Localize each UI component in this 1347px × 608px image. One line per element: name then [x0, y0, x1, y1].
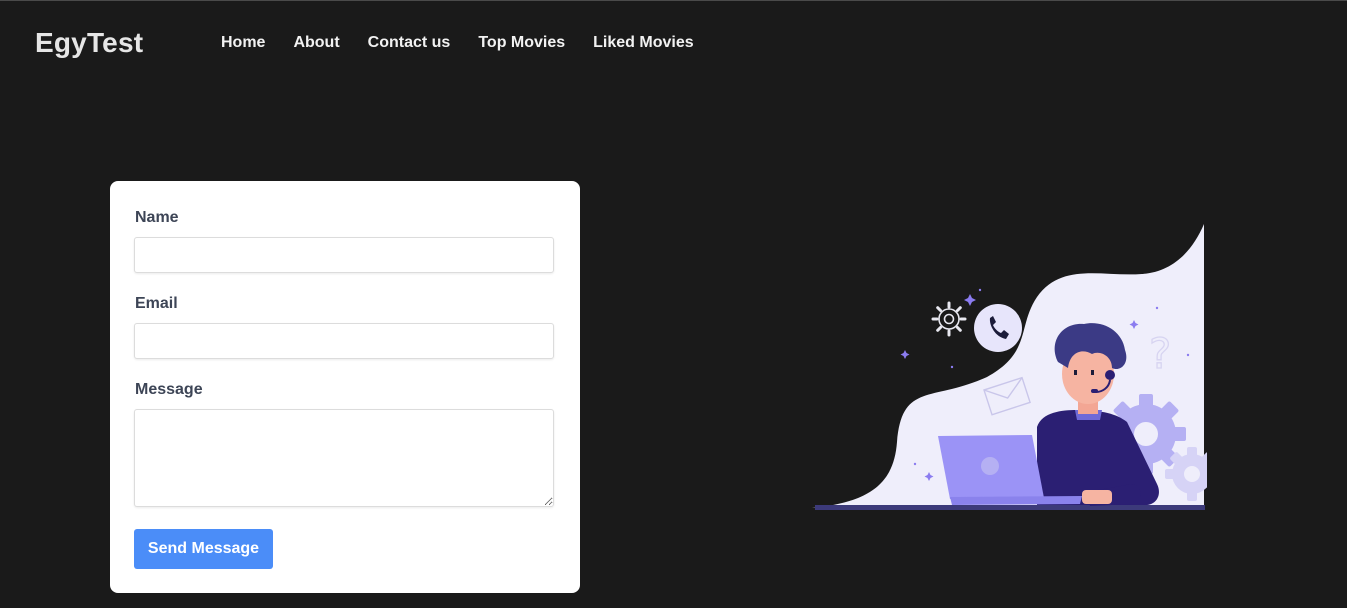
nav-link-liked-movies[interactable]: Liked Movies: [593, 34, 693, 52]
navbar: EgyTest Home About Contact us Top Movies…: [0, 1, 1347, 87]
desk-line: [815, 505, 1205, 510]
brand-logo[interactable]: EgyTest: [35, 27, 143, 59]
gear-icon: [931, 301, 967, 337]
email-label: Email: [135, 295, 178, 312]
nav-link-contact[interactable]: Contact us: [368, 34, 451, 52]
email-field[interactable]: [134, 323, 554, 359]
contact-form: Name Email Message Send Message: [110, 181, 580, 593]
question-icon: ?: [1149, 329, 1171, 378]
name-field[interactable]: [134, 237, 554, 273]
support-agent-illustration: ?: [812, 224, 1207, 510]
phone-icon: [974, 304, 1022, 352]
message-label: Message: [135, 381, 203, 398]
nav-link-about[interactable]: About: [293, 34, 339, 52]
nav-links: Home About Contact us Top Movies Liked M…: [221, 34, 722, 52]
message-field[interactable]: [134, 409, 554, 507]
name-label: Name: [135, 209, 179, 226]
nav-link-top-movies[interactable]: Top Movies: [478, 34, 565, 52]
nav-link-home[interactable]: Home: [221, 34, 265, 52]
send-message-button[interactable]: Send Message: [134, 529, 273, 569]
